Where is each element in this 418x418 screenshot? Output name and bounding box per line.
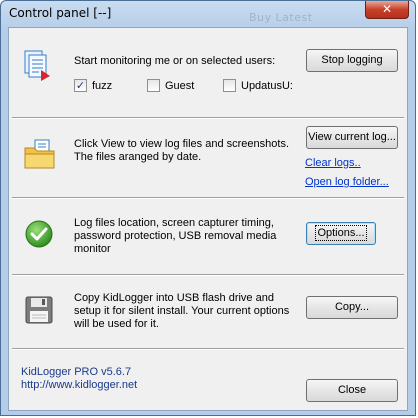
open-log-folder-link[interactable]: Open log folder... xyxy=(305,176,389,188)
user-label-updatusu: UpdatusU: xyxy=(241,80,293,92)
monitor-description: Start monitoring me or on selected users… xyxy=(74,55,276,67)
section-divider xyxy=(12,117,404,119)
stop-logging-button[interactable]: Stop logging xyxy=(306,49,398,72)
clear-logs-link[interactable]: Clear logs.. xyxy=(305,157,361,169)
view-description-line2: The files aranged by date. xyxy=(74,151,202,163)
section-divider xyxy=(12,348,404,350)
floppy-disk-icon xyxy=(25,296,53,324)
options-description-line3: monitor xyxy=(74,243,111,255)
options-description-line2: password protection, USB removal media xyxy=(74,230,277,242)
user-checkbox-guest[interactable] xyxy=(147,79,160,92)
folder-icon xyxy=(24,139,55,169)
copy-description-line1: Copy KidLogger into USB flash drive and xyxy=(74,292,274,304)
product-version: KidLogger PRO v5.6.7 xyxy=(21,366,132,378)
section-divider xyxy=(12,274,404,276)
copy-description-line2: setup it for silent install. Your curren… xyxy=(74,305,290,317)
client-area: Start monitoring me or on selected users… xyxy=(8,27,408,411)
user-checkbox-updatusu[interactable] xyxy=(223,79,236,92)
user-label-guest: Guest xyxy=(165,80,195,92)
options-description-line1: Log files location, screen capturer timi… xyxy=(74,217,274,229)
user-label-fuzz: fuzz xyxy=(92,80,113,92)
control-panel-window: Control panel [--] Buy Latest ✕ Start mo… xyxy=(0,0,416,416)
window-close-button[interactable]: ✕ xyxy=(365,1,409,19)
user-checkbox-fuzz[interactable]: ✓ xyxy=(74,79,87,92)
green-check-icon xyxy=(25,220,53,248)
section-divider xyxy=(12,197,404,199)
background-window-title: Buy Latest xyxy=(249,11,313,24)
window-title: Control panel [--] xyxy=(9,6,112,20)
options-button[interactable]: Options... xyxy=(306,222,376,245)
copy-button[interactable]: Copy... xyxy=(306,296,398,319)
view-description-line1: Click View to view log files and screens… xyxy=(74,138,290,150)
copy-description-line3: will be used for it. xyxy=(74,318,159,330)
website-url: http://www.kidlogger.net xyxy=(21,379,138,391)
title-bar[interactable]: Control panel [--] Buy Latest ✕ xyxy=(1,1,415,27)
close-button[interactable]: Close xyxy=(306,379,398,402)
document-pages-icon xyxy=(24,50,50,81)
view-current-log-button[interactable]: View current log... xyxy=(306,126,398,149)
